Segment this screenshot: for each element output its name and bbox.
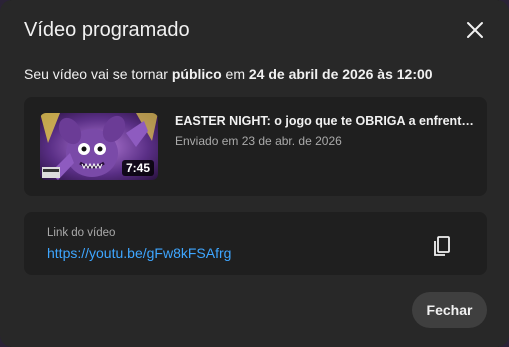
schedule-message: Seu vídeo vai se tornar público em 24 de…: [24, 64, 433, 84]
copy-link-button[interactable]: [430, 234, 454, 258]
video-duration: 7:45: [121, 160, 154, 176]
link-label: Link do vídeo: [47, 227, 116, 239]
visibility-text: público: [171, 66, 222, 82]
video-card: 7:45 EASTER NIGHT: o jogo que te OBRIGA …: [24, 97, 487, 196]
schedule-middle: em: [221, 66, 249, 82]
schedule-prefix: Seu vídeo vai se tornar: [24, 66, 172, 82]
schedule-datetime: 24 de abril de 2026 às 12:00: [248, 66, 433, 82]
video-title[interactable]: EASTER NIGHT: o jogo que te OBRIGA a enf…: [175, 114, 475, 128]
dialog-title: Vídeo programado: [24, 19, 190, 41]
close-dialog-button[interactable]: Fechar: [412, 292, 487, 328]
close-icon: [467, 22, 483, 38]
copy-icon: [434, 236, 450, 256]
upload-date: Enviado em 23 de abr. de 2026: [175, 134, 342, 148]
close-button[interactable]: [462, 17, 488, 43]
video-link[interactable]: https://youtu.be/gFw8kFSAfrg: [47, 245, 231, 261]
video-thumbnail[interactable]: 7:45: [40, 113, 158, 180]
scheduled-video-dialog: Vídeo programado Seu vídeo vai se tornar…: [0, 0, 509, 347]
video-link-card: Link do vídeo https://youtu.be/gFw8kFSAf…: [24, 212, 487, 275]
